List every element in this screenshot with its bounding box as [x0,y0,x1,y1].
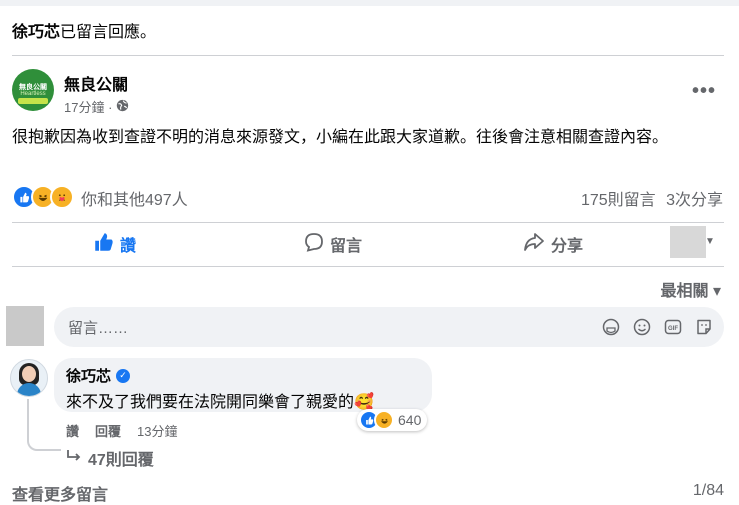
view-more-comments-link[interactable]: 查看更多留言 [12,481,108,505]
comment-box: GIF [54,307,724,349]
post-time[interactable]: 17分鐘 · [64,97,112,116]
comment-reply-button[interactable]: 回覆 [95,421,121,440]
divider [12,222,724,223]
comment-pagination: 1/84 [692,482,724,499]
commenter-avatar[interactable] [10,359,48,397]
comment-reaction-count: 640 [398,412,422,428]
reaction-icons[interactable] [12,185,74,209]
view-replies-button[interactable]: 47則回覆 [66,446,154,470]
post-text: 很抱歉因為收到查證不明的消息來源發文，小編在此跟大家道歉。往後會注意相關查證內容… [12,129,669,146]
care-reaction-icon [50,185,74,209]
comment-like-button[interactable]: 讚 [66,421,79,440]
like-button[interactable]: 讚 [94,232,136,256]
comment-time[interactable]: 13分鐘 [137,421,177,440]
globe-icon [116,99,129,115]
comment-input[interactable] [66,307,590,349]
page-avatar[interactable]: 無良公關 Heartless [12,69,54,111]
emoji-icon[interactable] [632,317,652,337]
activity-text: 已留言回應。 [60,24,157,41]
haha-reaction-icon [374,410,394,430]
share-button[interactable]: 分享 [523,232,583,256]
comment-author[interactable]: 徐巧芯 [66,365,111,386]
comment-text: 來不及了我們要在法院開同樂會了親愛的🥰 [66,394,374,411]
commenter-name[interactable]: 徐巧芯 [12,24,60,41]
page-name[interactable]: 無良公關 [64,71,128,95]
share-icon [523,232,545,257]
comment-icon [304,232,324,257]
gif-icon[interactable]: GIF [663,317,683,337]
comment-bubble: 徐巧芯 ✓ 來不及了我們要在法院開同樂會了親愛的🥰 [54,358,432,412]
comment-button[interactable]: 留言 [304,232,362,256]
comment-reactions[interactable]: 640 [357,409,428,431]
top-strip [0,0,739,6]
reply-thread-line [27,399,61,451]
divider [12,266,724,267]
post-stats: 175則留言 3次分享 [581,186,723,210]
reply-arrow-icon [66,449,82,468]
shares-count[interactable]: 3次分享 [666,192,723,209]
reactions-count[interactable]: 你和其他497人 [81,186,188,210]
svg-text:GIF: GIF [668,326,678,332]
comment-actions: 讚 回覆 13分鐘 [66,421,178,440]
identity-switcher-avatar[interactable] [670,226,706,258]
post-meta: 17分鐘 · [64,97,129,116]
divider [12,55,724,56]
my-avatar [6,306,44,346]
avatar-sticker-icon[interactable] [601,317,621,337]
thumbs-up-icon [94,232,114,257]
chevron-down-icon[interactable]: ▼ [705,236,715,247]
sticker-icon[interactable] [694,317,714,337]
verified-badge-icon: ✓ [116,368,131,383]
sort-dropdown[interactable]: 最相關 ▾ [661,277,721,301]
comments-count[interactable]: 175則留言 [581,192,656,209]
more-options-button[interactable]: ••• [692,80,716,103]
activity-header: 徐巧芯已留言回應。 [12,18,156,42]
